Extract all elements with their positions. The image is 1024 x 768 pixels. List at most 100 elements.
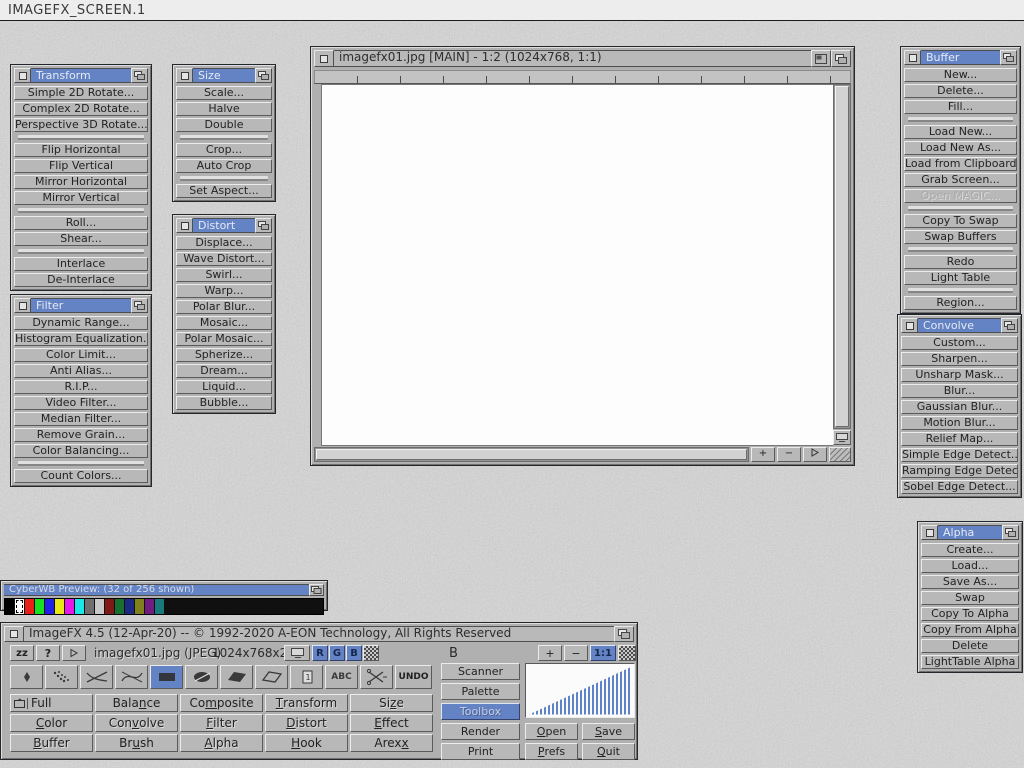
arexx-button[interactable]: Arexx: [350, 734, 433, 752]
palette-swatch[interactable]: [35, 599, 44, 614]
size-panel-title[interactable]: Size: [193, 68, 255, 83]
flip-vertical-button[interactable]: Flip Vertical: [14, 159, 148, 173]
shear-button[interactable]: Shear...: [14, 232, 148, 246]
double-button[interactable]: Double: [176, 118, 272, 132]
swap-alpha-button[interactable]: Swap: [921, 591, 1019, 605]
palette-swatch[interactable]: [304, 599, 313, 614]
displace-button[interactable]: Displace...: [176, 236, 272, 250]
distort-panel-title[interactable]: Distort: [193, 218, 255, 233]
bubble-button[interactable]: Bubble...: [176, 396, 272, 410]
sobel-edge-detect-button[interactable]: Sobel Edge Detect...: [901, 480, 1018, 494]
airbrush-tool-icon[interactable]: [45, 665, 78, 689]
sharpen-button[interactable]: Sharpen...: [901, 352, 1018, 366]
auto-crop-button[interactable]: Auto Crop: [176, 159, 272, 173]
render-button[interactable]: Render: [441, 723, 520, 740]
pan-arrow-icon[interactable]: [803, 447, 827, 462]
depth-icon[interactable]: [831, 50, 851, 67]
redo-button[interactable]: Redo: [904, 255, 1017, 269]
delete-buffer-button[interactable]: Delete...: [904, 84, 1017, 98]
monitor-icon[interactable]: [284, 645, 310, 661]
relief-map-button[interactable]: Relief Map...: [901, 432, 1018, 446]
perspective-3d-rotate-button[interactable]: Perspective 3D Rotate...: [14, 118, 148, 132]
load-new-as-button[interactable]: Load New As...: [904, 141, 1017, 155]
line-tool-icon[interactable]: [80, 665, 113, 689]
clipboard-tool-icon[interactable]: 1: [290, 665, 323, 689]
palette-swatch[interactable]: [125, 599, 134, 614]
horizontal-scrollbar-thumb[interactable]: [316, 449, 747, 460]
warp-button[interactable]: Warp...: [176, 284, 272, 298]
palette-swatch[interactable]: [75, 599, 84, 614]
palette-swatch[interactable]: [65, 599, 74, 614]
rip-button[interactable]: R.I.P...: [14, 380, 148, 394]
palette-swatch[interactable]: [254, 599, 263, 614]
play-icon[interactable]: [62, 645, 86, 661]
palette-window-title[interactable]: CyberWB Preview: (32 of 256 shown): [4, 584, 309, 596]
green-channel-toggle[interactable]: G: [329, 645, 345, 661]
palette-swatch[interactable]: [25, 599, 34, 614]
zoom-in-button[interactable]: +: [538, 645, 562, 661]
polar-mosaic-button[interactable]: Polar Mosaic...: [176, 332, 272, 346]
screen-title-bar[interactable]: IMAGEFX_SCREEN.1: [0, 0, 1024, 21]
palette-swatch[interactable]: [85, 599, 94, 614]
toolbox-button[interactable]: Toolbox: [441, 703, 520, 720]
effect-button[interactable]: Effect: [350, 714, 433, 732]
palette-swatch[interactable]: [314, 599, 323, 614]
load-from-clipboard-button[interactable]: Load from Clipboard: [904, 157, 1017, 171]
vertical-scrollbar[interactable]: [833, 84, 851, 429]
new-buffer-button[interactable]: New...: [904, 68, 1017, 82]
blur-button[interactable]: Blur...: [901, 384, 1018, 398]
light-table-button[interactable]: Light Table: [904, 271, 1017, 285]
load-alpha-button[interactable]: Load...: [921, 559, 1019, 573]
copy-to-swap-button[interactable]: Copy To Swap: [904, 214, 1017, 228]
copy-to-alpha-button[interactable]: Copy To Alpha: [921, 607, 1019, 621]
convolve-panel-title[interactable]: Convolve: [918, 318, 1001, 333]
scanner-button[interactable]: Scanner: [441, 663, 520, 680]
palette-swatch[interactable]: [145, 599, 154, 614]
oval-tool-icon[interactable]: [185, 665, 218, 689]
roll-button[interactable]: Roll...: [14, 216, 148, 230]
palette-swatch[interactable]: [294, 599, 303, 614]
palette-swatch[interactable]: [135, 599, 144, 614]
zoom-out-button[interactable]: −: [777, 447, 801, 462]
region-button[interactable]: Region...: [904, 296, 1017, 310]
histogram-equalization-button[interactable]: Histogram Equalization...: [14, 332, 148, 346]
box-tool-icon[interactable]: [150, 665, 183, 689]
dither-pattern-icon[interactable]: [618, 645, 636, 661]
dynamic-range-button[interactable]: Dynamic Range...: [14, 316, 148, 330]
vertical-scrollbar-thumb[interactable]: [835, 86, 849, 427]
dither-toggle-icon[interactable]: [363, 645, 379, 661]
video-filter-button[interactable]: Video Filter...: [14, 396, 148, 410]
interlace-button[interactable]: Interlace: [14, 257, 148, 271]
image-window-title[interactable]: imagefx01.jpg [MAIN] - 1:2 (1024x768, 1:…: [334, 50, 811, 67]
set-aspect-button[interactable]: Set Aspect...: [176, 184, 272, 198]
zoom-gadget-icon[interactable]: [811, 50, 831, 67]
palette-swatch[interactable]: [5, 599, 14, 614]
close-icon[interactable]: [921, 525, 938, 540]
palette-swatch[interactable]: [194, 599, 203, 614]
zoom-reset-button[interactable]: 1:1: [590, 645, 616, 661]
custom-convolve-button[interactable]: Custom...: [901, 336, 1018, 350]
swirl-button[interactable]: Swirl...: [176, 268, 272, 282]
palette-swatch[interactable]: [244, 599, 253, 614]
transform-panel-title[interactable]: Transform: [31, 68, 131, 83]
palette-swatch[interactable]: [45, 599, 54, 614]
depth-icon[interactable]: [1000, 50, 1017, 65]
help-button[interactable]: ?: [36, 645, 60, 661]
count-colors-button[interactable]: Count Colors...: [14, 469, 148, 483]
balance-button[interactable]: Balance: [95, 694, 178, 712]
blue-channel-toggle[interactable]: B: [346, 645, 362, 661]
fill-polygon-tool-icon[interactable]: [220, 665, 253, 689]
crop-tool-icon[interactable]: [360, 665, 393, 689]
save-alpha-as-button[interactable]: Save As...: [921, 575, 1019, 589]
remove-grain-button[interactable]: Remove Grain...: [14, 428, 148, 442]
mosaic-button[interactable]: Mosaic...: [176, 316, 272, 330]
simple-2d-rotate-button[interactable]: Simple 2D Rotate...: [14, 86, 148, 100]
text-tool-icon[interactable]: ABC: [325, 665, 358, 689]
close-icon[interactable]: [901, 318, 918, 333]
simple-edge-detect-button[interactable]: Simple Edge Detect...: [901, 448, 1018, 462]
mirror-vertical-button[interactable]: Mirror Vertical: [14, 191, 148, 205]
unsharp-mask-button[interactable]: Unsharp Mask...: [901, 368, 1018, 382]
color-button[interactable]: Color: [10, 714, 93, 732]
de-interlace-button[interactable]: De-Interlace: [14, 273, 148, 287]
zoom-in-button[interactable]: +: [751, 447, 775, 462]
